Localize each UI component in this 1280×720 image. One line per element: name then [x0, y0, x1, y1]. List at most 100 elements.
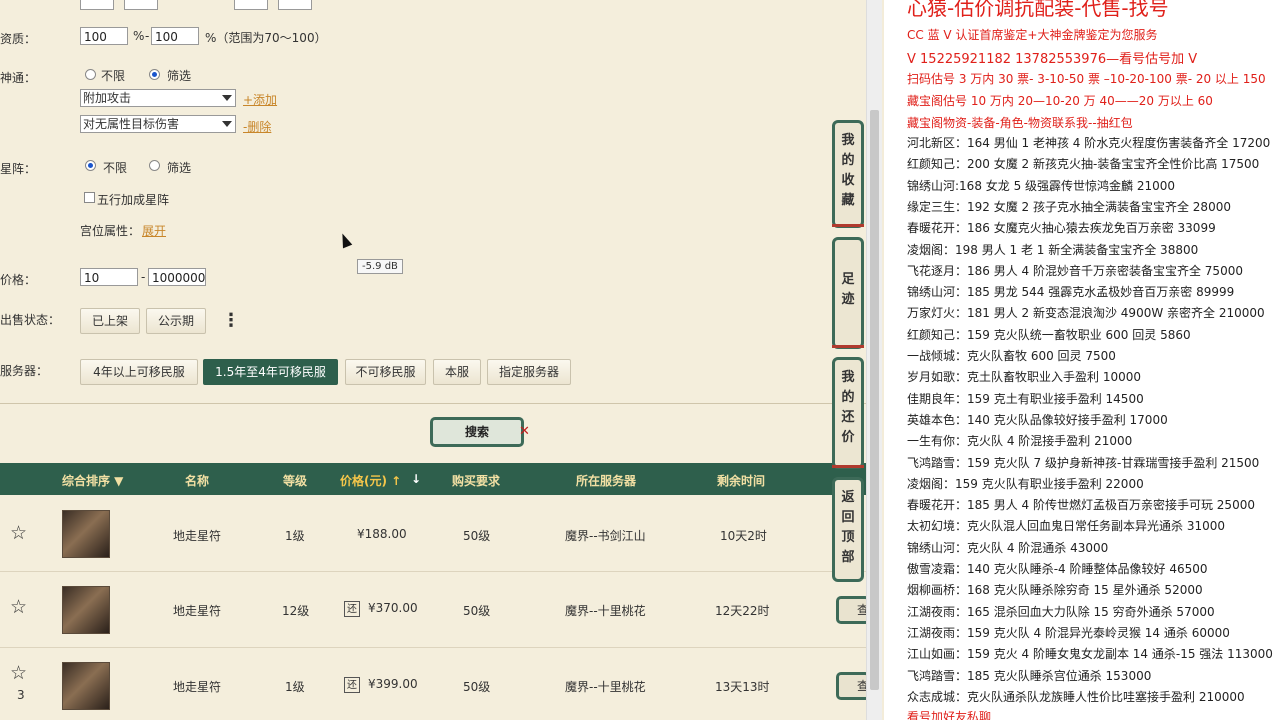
close-icon[interactable]: ✕ — [519, 424, 530, 439]
side-char: 的 — [841, 390, 855, 405]
table-row[interactable]: ☆ 地走星符 12级 还 ¥370.00 50级 魔界--十里桃花 12天22时… — [0, 572, 866, 648]
xingzhen-filter-radio[interactable] — [149, 160, 160, 171]
item-name[interactable]: 地走星符 — [173, 678, 221, 695]
item-thumbnail[interactable] — [62, 586, 110, 634]
server-option-specify[interactable]: 指定服务器 — [487, 359, 571, 385]
back-to-top-button[interactable]: 返 回 顶 部 — [832, 477, 864, 582]
notes-listing-line: 一战倾城：克火队畜牧 600 回灵 7500 — [907, 349, 1116, 363]
footprints-button[interactable]: 足 迹 — [832, 237, 864, 349]
on-shelf-button[interactable]: 已上架 — [80, 308, 140, 334]
zizhi-hint: %（范围为70～100） — [205, 31, 327, 45]
notes-listing-line: 飞花逐月：186 男人 4 阶混妙音千万亲密装备宝宝齐全 75000 — [907, 263, 1243, 278]
notes-listing-line: 飞鸿踏雪：159 克火队 7 级护身新神孩-甘霖瑞雪接手盈利 21500 — [907, 455, 1260, 470]
public-period-button[interactable]: 公示期 — [146, 308, 206, 334]
table-row[interactable]: ☆ 3 地走星符 1级 还 ¥399.00 50级 魔界--十里桃花 13天13… — [0, 648, 866, 720]
sort-price-desc[interactable]: ↓ — [411, 472, 421, 486]
divider — [832, 345, 864, 348]
gongwei-expand-link[interactable]: 展开 — [142, 222, 166, 239]
server-option-this[interactable]: 本服 — [433, 359, 481, 385]
item-thumbnail[interactable] — [62, 510, 110, 558]
notes-listing-line: 江湖夜雨：159 克火队 4 阶混异光泰岭灵猴 14 通杀 60000 — [907, 625, 1230, 640]
xingzhen-label: 星阵： — [0, 162, 37, 176]
my-favorites-button[interactable]: 我 的 收 藏 — [832, 120, 864, 228]
side-char: 顶 — [841, 530, 855, 545]
divider — [832, 465, 864, 468]
sort-price-asc[interactable]: 价格(元) ↑ — [340, 472, 401, 489]
chevron-down-icon — [222, 121, 232, 127]
item-thumbnail[interactable] — [62, 662, 110, 710]
zizhi-min-input[interactable]: 100 — [80, 27, 128, 45]
item-level: 1级 — [285, 680, 305, 694]
favorite-count: 3 — [17, 688, 25, 702]
top-input-4[interactable] — [278, 0, 312, 10]
item-server: 魔界--十里桃花 — [565, 680, 646, 694]
item-name[interactable]: 地走星符 — [173, 527, 221, 544]
item-server: 魔界--十里桃花 — [565, 604, 646, 618]
price-min-input[interactable]: 10 — [80, 268, 138, 286]
top-input-2[interactable] — [124, 0, 158, 10]
server-option-1-5yr[interactable]: 1.5年至4年可移民服 — [203, 359, 338, 385]
shentong-add-link[interactable]: +添加 — [243, 91, 277, 108]
shentong-select-1-value: 附加攻击 — [83, 91, 132, 105]
item-level: 1级 — [285, 529, 305, 543]
more-icon[interactable]: ⋮ — [222, 310, 240, 331]
item-price: ¥399.00 — [368, 677, 418, 691]
wuxing-label: 五行加成星阵 — [97, 193, 170, 207]
shentong-select-1[interactable]: 附加攻击 — [80, 89, 236, 107]
side-char: 部 — [841, 550, 855, 565]
notes-listing-line: 太初幻境：克火队混人回血鬼日常任务副本异光通杀 31000 — [907, 519, 1225, 534]
favorite-star-icon[interactable]: ☆ — [10, 596, 27, 618]
xingzhen-none-radio[interactable] — [85, 160, 96, 171]
shentong-remove-link[interactable]: -删除 — [243, 118, 271, 135]
my-bargains-button[interactable]: 我 的 还 价 — [832, 357, 864, 469]
item-requirement: 50级 — [463, 604, 491, 618]
notes-listing-line: 众志成城：克火队通杀队龙族睡人性价比哇塞接手盈利 210000 — [907, 689, 1245, 704]
wuxing-checkbox[interactable] — [84, 192, 95, 203]
side-char: 价 — [841, 430, 855, 445]
bargain-badge: 还 — [344, 601, 360, 617]
notes-listing-line: 锦绣山河：克火队 4 阶混通杀 43000 — [907, 540, 1109, 555]
view-button[interactable]: 查 — [836, 672, 866, 700]
server-option-no-migrate[interactable]: 不可移民服 — [345, 359, 426, 385]
notes-listing-line: 红颜知己：159 克火队统一畜牧职业 600 回灵 5860 — [907, 327, 1191, 342]
item-requirement: 50级 — [463, 529, 491, 543]
side-char: 回 — [841, 510, 855, 525]
xingzhen-filter-label: 筛选 — [167, 161, 192, 175]
favorite-star-icon[interactable]: ☆ — [10, 662, 27, 684]
notes-listing-line: 河北新区：164 男仙 1 老神孩 4 阶水克火程度伤害装备齐全 17200 — [907, 136, 1271, 150]
side-char: 我 — [841, 133, 855, 148]
scrollbar[interactable] — [866, 0, 882, 720]
notes-listing-line: 锦绣山河:168 女龙 5 级强霹传世惊鸿金麟 21000 — [907, 178, 1176, 193]
top-input-3[interactable] — [234, 0, 268, 10]
item-name[interactable]: 地走星符 — [173, 602, 221, 619]
notes-title: 心猿-估价调抗配装-代售-找号 — [907, 0, 1169, 20]
search-button[interactable]: 搜索 — [430, 417, 524, 447]
notes-listing-line: 红颜知己：200 女魔 2 新孩克火抽-装备宝宝齐全性价比高 17500 — [907, 157, 1260, 172]
notes-listing-line: 万家灯火：181 男人 2 新变态混浪淘沙 4900W 亲密齐全 210000 — [907, 306, 1265, 321]
top-input-1[interactable] — [80, 0, 114, 10]
gongwei-label: 宫位属性： — [80, 224, 141, 238]
shentong-none-radio[interactable] — [85, 69, 96, 80]
shentong-none-label: 不限 — [101, 69, 126, 83]
shentong-select-2[interactable]: 对无属性目标伤害 — [80, 115, 236, 133]
bargain-badge: 还 — [344, 677, 360, 693]
server-option-4yr[interactable]: 4年以上可移民服 — [80, 359, 198, 385]
sort-composite[interactable]: 综合排序 ▼ — [62, 472, 123, 489]
col-name: 名称 — [185, 474, 210, 488]
sale-status-label: 出售状态： — [0, 313, 61, 327]
divider — [0, 403, 866, 404]
zizhi-max-input[interactable]: 100 — [151, 27, 199, 45]
notes-listing-line: 江山如画：159 克火 4 阶睡女鬼女龙副本 14 通杀-15 强法 11300… — [907, 647, 1273, 662]
side-char: 的 — [841, 153, 855, 168]
view-button[interactable]: 查 — [836, 596, 866, 624]
server-label: 服务器： — [0, 364, 49, 378]
notes-listing-line: 春暖花开：185 男人 4 阶传世燃灯孟极百万亲密接手可玩 25000 — [907, 498, 1255, 513]
favorite-star-icon[interactable]: ☆ — [10, 522, 27, 544]
shentong-filter-label: 筛选 — [167, 69, 192, 83]
scrollbar-thumb[interactable] — [870, 110, 879, 690]
shentong-filter-radio[interactable] — [149, 69, 160, 80]
price-max-input[interactable]: 1000000 — [148, 268, 206, 286]
notes-footer: 看号加好友私聊 — [907, 710, 992, 720]
col-server: 所在服务器 — [576, 474, 637, 488]
table-row[interactable]: ☆ 地走星符 1级 ¥188.00 50级 魔界--书剑江山 10天2时 — [0, 496, 866, 572]
